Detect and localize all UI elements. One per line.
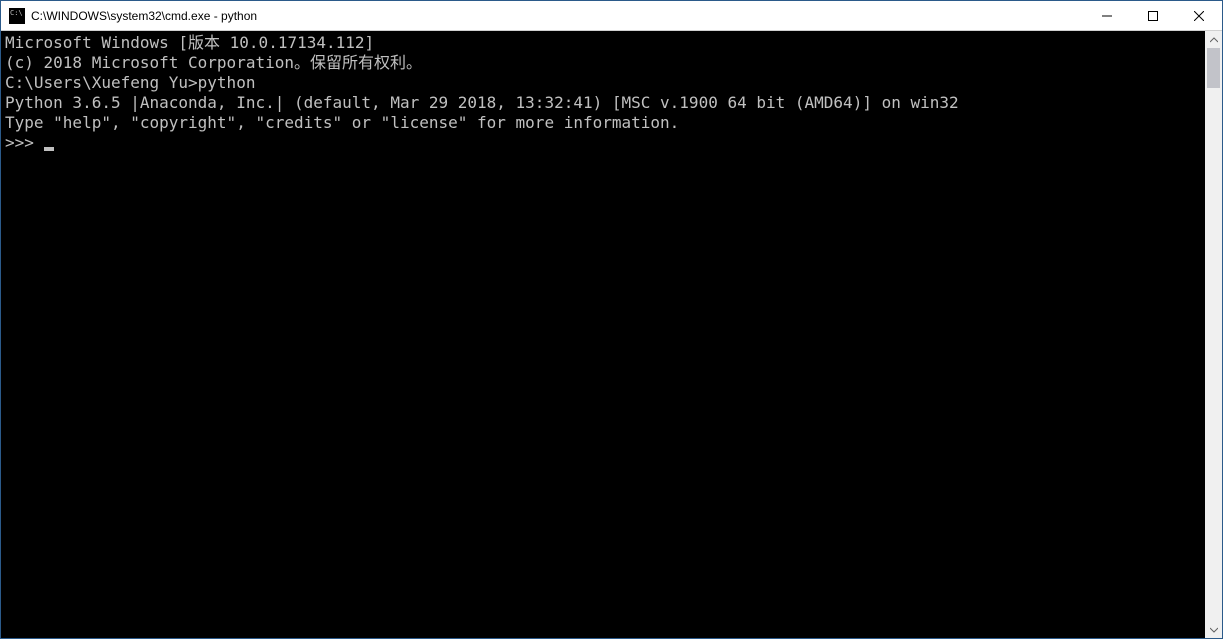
window-controls — [1084, 1, 1222, 30]
terminal-line: Type "help", "copyright", "credits" or "… — [5, 113, 1201, 133]
minimize-icon — [1102, 11, 1112, 21]
titlebar[interactable]: C:\WINDOWS\system32\cmd.exe - python — [1, 1, 1222, 31]
scrollbar-track[interactable] — [1205, 48, 1222, 621]
minimize-button[interactable] — [1084, 1, 1130, 30]
close-button[interactable] — [1176, 1, 1222, 30]
terminal-line: C:\Users\Xuefeng Yu>python — [5, 73, 1201, 93]
cmd-icon — [9, 8, 25, 24]
vertical-scrollbar[interactable] — [1205, 31, 1222, 638]
chevron-up-icon — [1210, 36, 1218, 44]
maximize-icon — [1148, 11, 1158, 21]
terminal-line: (c) 2018 Microsoft Corporation。保留所有权利。 — [5, 53, 1201, 73]
terminal-line: Python 3.6.5 |Anaconda, Inc.| (default, … — [5, 93, 1201, 113]
terminal-line: Microsoft Windows [版本 10.0.17134.112] — [5, 33, 1201, 53]
terminal-cursor — [44, 147, 54, 151]
window-frame: C:\WINDOWS\system32\cmd.exe - python Mic — [0, 0, 1223, 639]
maximize-button[interactable] — [1130, 1, 1176, 30]
scrollbar-down-button[interactable] — [1205, 621, 1222, 638]
terminal-prompt-line: >>> — [5, 133, 1201, 153]
terminal-output[interactable]: Microsoft Windows [版本 10.0.17134.112](c)… — [1, 31, 1205, 638]
scrollbar-up-button[interactable] — [1205, 31, 1222, 48]
chevron-down-icon — [1210, 626, 1218, 634]
close-icon — [1194, 11, 1204, 21]
window-title: C:\WINDOWS\system32\cmd.exe - python — [31, 9, 1084, 23]
scrollbar-thumb[interactable] — [1207, 48, 1220, 88]
content-area: Microsoft Windows [版本 10.0.17134.112](c)… — [1, 31, 1222, 638]
terminal-prompt: >>> — [5, 133, 44, 152]
